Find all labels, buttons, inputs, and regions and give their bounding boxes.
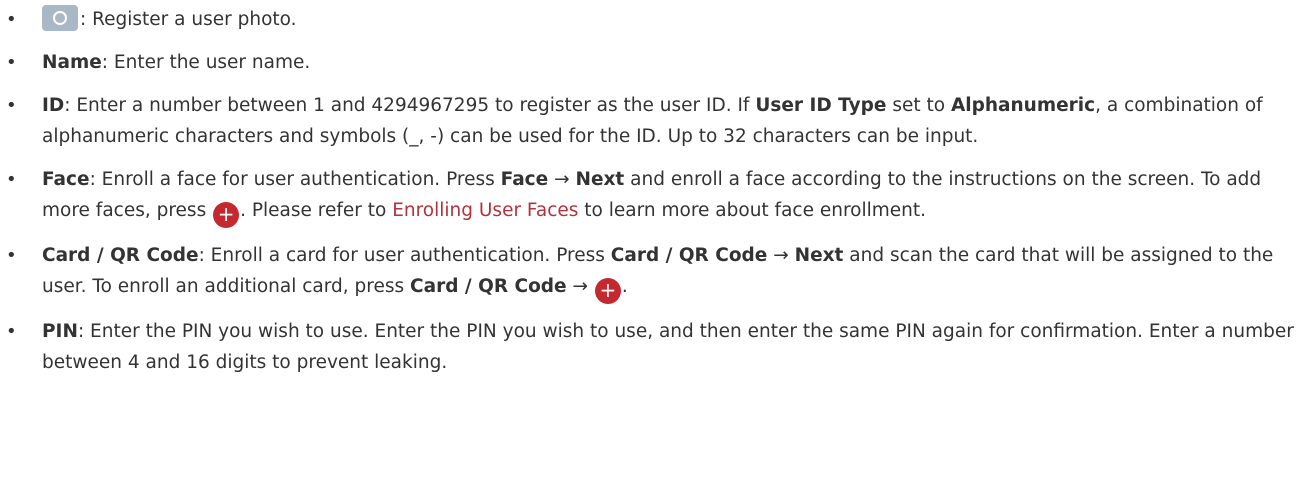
face-label: Face bbox=[42, 169, 90, 190]
bullet: • bbox=[6, 9, 17, 30]
arrow: → bbox=[767, 245, 795, 266]
bullet: • bbox=[6, 321, 17, 342]
plus-circle-icon: + bbox=[594, 278, 621, 304]
id-text-b: set to bbox=[886, 95, 951, 116]
card-text-a: : Enroll a card for user authentication.… bbox=[198, 245, 611, 266]
plus-circle-icon: + bbox=[213, 202, 240, 228]
user-fields-list: • : Register a user photo. • Name: Enter… bbox=[6, 4, 1296, 378]
bullet: • bbox=[6, 52, 17, 73]
card-term: Card / QR Code bbox=[610, 245, 768, 266]
alphanumeric-term: Alphanumeric bbox=[950, 95, 1096, 116]
bullet: • bbox=[6, 245, 17, 266]
pin-description: : Enter the PIN you wish to use. Enter t… bbox=[42, 321, 1294, 373]
list-item-card: • Card / QR Code: Enroll a card for user… bbox=[6, 240, 1296, 304]
bullet: • bbox=[6, 169, 17, 190]
face-text-c: . Please refer to bbox=[240, 200, 393, 221]
list-item-photo: • : Register a user photo. bbox=[6, 4, 1296, 35]
list-item-id: • ID: Enter a number between 1 and 42949… bbox=[6, 90, 1296, 152]
next-term: Next bbox=[794, 245, 844, 266]
id-text-a: : Enter a number between 1 and 429496729… bbox=[64, 95, 756, 116]
list-item-pin: • PIN: Enter the PIN you wish to use. En… bbox=[6, 316, 1296, 378]
list-item-name: • Name: Enter the user name. bbox=[6, 47, 1296, 78]
pin-label: PIN bbox=[42, 321, 78, 342]
face-text-a: : Enroll a face for user authentication.… bbox=[89, 169, 501, 190]
photo-description: : Register a user photo. bbox=[80, 9, 297, 30]
name-label: Name bbox=[42, 52, 102, 73]
bullet: • bbox=[6, 95, 17, 116]
card-text-c: . bbox=[621, 276, 628, 297]
card-label: Card / QR Code bbox=[42, 245, 199, 266]
arrow: → bbox=[548, 169, 576, 190]
face-term: Face bbox=[500, 169, 549, 190]
arrow: → bbox=[566, 276, 594, 297]
user-id-type-term: User ID Type bbox=[755, 95, 887, 116]
camera-icon bbox=[42, 5, 78, 31]
card-term-2: Card / QR Code bbox=[410, 276, 567, 297]
next-term: Next bbox=[575, 169, 625, 190]
list-item-face: • Face: Enroll a face for user authentic… bbox=[6, 164, 1296, 228]
name-description: : Enter the user name. bbox=[101, 52, 311, 73]
enrolling-user-faces-link[interactable]: Enrolling User Faces bbox=[392, 200, 578, 221]
document-page: • : Register a user photo. • Name: Enter… bbox=[0, 0, 1306, 495]
face-text-d: to learn more about face enrollment. bbox=[578, 200, 927, 221]
id-label: ID bbox=[42, 95, 65, 116]
